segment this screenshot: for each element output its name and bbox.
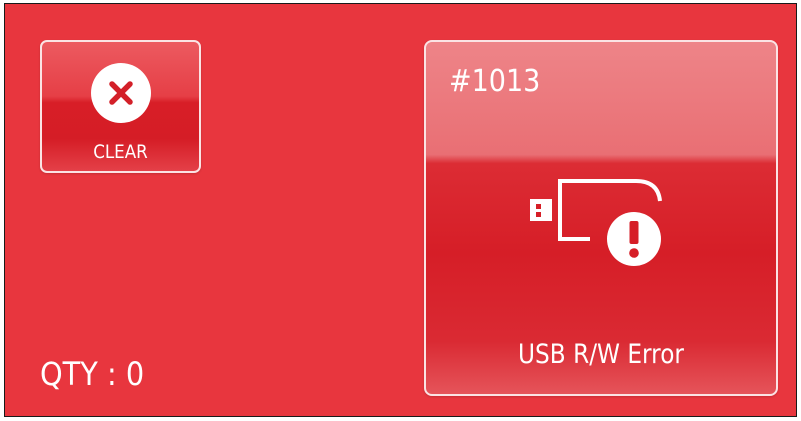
- quantity-label: QTY : 0: [40, 355, 145, 393]
- usb-error-icon: [530, 179, 662, 266]
- close-icon: [90, 63, 151, 123]
- alarm-code: #1013: [449, 64, 541, 99]
- alarm-message: USB R/W Error: [518, 339, 684, 370]
- clear-button-label: CLEAR: [93, 141, 148, 163]
- alarm-tile[interactable]: #1013 USB R/W Error: [424, 40, 778, 396]
- clear-button[interactable]: CLEAR: [40, 40, 201, 173]
- alarm-screen: CLEAR #1013 USB R/W Error QTY : 0: [4, 3, 797, 417]
